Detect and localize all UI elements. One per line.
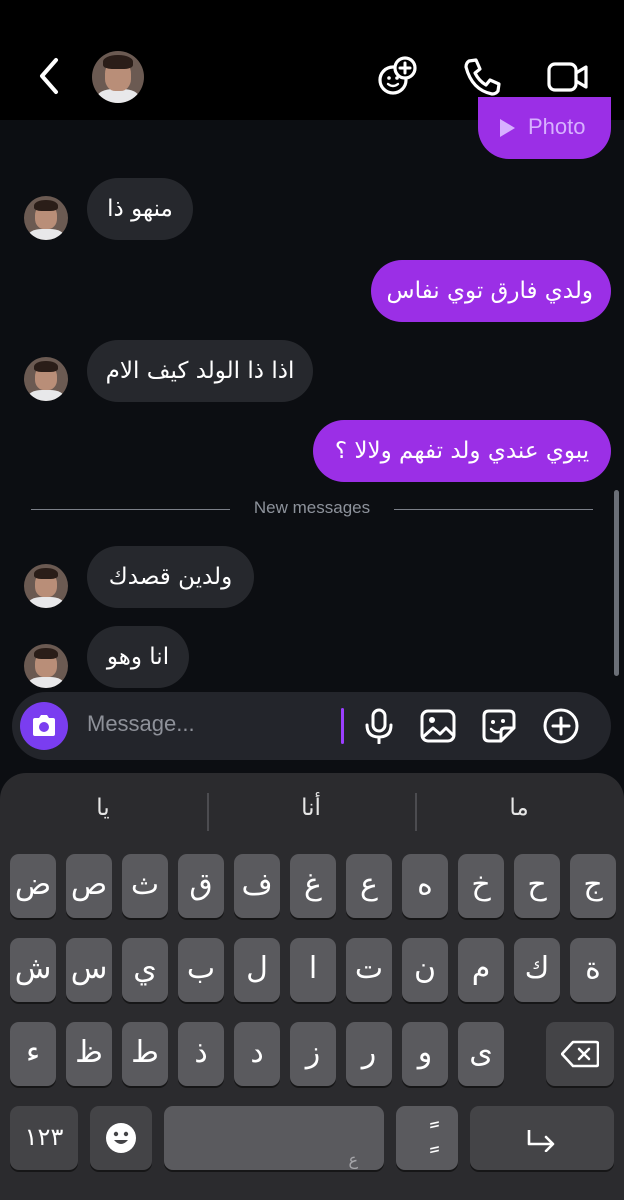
key[interactable]: ض <box>10 854 56 918</box>
return-key[interactable] <box>470 1106 614 1170</box>
sender-avatar[interactable] <box>24 357 68 401</box>
microphone-icon <box>365 708 393 745</box>
sender-avatar[interactable] <box>24 196 68 240</box>
keyboard: يا أنا ما ض ص ث ق ف غ ع ه خ ح ج ش س ي ب … <box>0 773 624 1200</box>
message-composer: Message... <box>12 692 611 760</box>
return-icon <box>527 1130 555 1153</box>
gallery-button[interactable] <box>420 708 456 744</box>
key[interactable]: ص <box>66 854 112 918</box>
key[interactable]: ق <box>178 854 224 918</box>
key[interactable]: ج <box>570 854 616 918</box>
key[interactable]: و <box>402 1022 448 1086</box>
contact-avatar[interactable] <box>92 51 144 103</box>
key[interactable]: ا <box>290 938 336 1002</box>
video-icon <box>547 62 588 92</box>
space-key[interactable]: ع <box>164 1106 384 1170</box>
key[interactable]: ش <box>10 938 56 1002</box>
backspace-icon <box>560 1040 600 1068</box>
plus-icon <box>543 708 579 744</box>
suggestion[interactable]: ما <box>444 795 594 821</box>
message-input[interactable]: Message... <box>87 711 195 737</box>
key[interactable]: س <box>66 938 112 1002</box>
key[interactable]: ذ <box>178 1022 224 1086</box>
key[interactable]: ك <box>514 938 560 1002</box>
more-button[interactable] <box>543 708 579 744</box>
video-call-button[interactable] <box>546 55 590 99</box>
effects-button[interactable] <box>376 55 420 99</box>
chevron-left-icon <box>40 58 58 94</box>
new-messages-separator: New messages <box>253 498 371 517</box>
key[interactable]: ف <box>234 854 280 918</box>
sender-avatar[interactable] <box>24 564 68 608</box>
separator-line-right <box>394 509 593 510</box>
call-button[interactable] <box>460 55 504 99</box>
key[interactable]: ز <box>290 1022 336 1086</box>
suggestion-divider <box>207 793 209 831</box>
effects-icon <box>378 56 417 95</box>
suggestion[interactable]: أنا <box>236 795 386 821</box>
key[interactable]: ط <box>122 1022 168 1086</box>
emoji-key[interactable] <box>90 1106 152 1170</box>
diacritic-key[interactable]: ًٍ <box>396 1106 458 1170</box>
key[interactable]: ر <box>346 1022 392 1086</box>
key[interactable]: ث <box>122 854 168 918</box>
text-cursor <box>341 708 344 744</box>
sticker-button[interactable] <box>481 708 517 744</box>
key[interactable]: ن <box>402 938 448 1002</box>
key[interactable]: ح <box>514 854 560 918</box>
space-hint: ع <box>348 1150 358 1169</box>
sender-avatar[interactable] <box>24 644 68 688</box>
key[interactable]: ت <box>346 938 392 1002</box>
chat-screen: Photo منهو ذا ولدي فارق توي نفاس اذا ذا … <box>0 0 624 1200</box>
incoming-message[interactable]: منهو ذا <box>87 178 193 240</box>
phone-icon <box>464 58 501 96</box>
emoji-icon <box>106 1123 136 1153</box>
play-icon <box>500 119 515 137</box>
incoming-message[interactable]: اذا ذا الولد كيف الام <box>87 340 313 402</box>
key[interactable]: ه <box>402 854 448 918</box>
backspace-key[interactable] <box>546 1022 614 1086</box>
sticker-icon <box>482 709 516 743</box>
key[interactable]: غ <box>290 854 336 918</box>
key[interactable]: د <box>234 1022 280 1086</box>
photo-message[interactable]: Photo <box>478 97 611 159</box>
incoming-message[interactable]: انا وهو <box>87 626 189 688</box>
key[interactable]: ة <box>570 938 616 1002</box>
gallery-icon <box>420 709 456 743</box>
photo-label: Photo <box>528 114 586 139</box>
key[interactable]: ع <box>346 854 392 918</box>
key[interactable]: ء <box>10 1022 56 1086</box>
key[interactable]: ي <box>122 938 168 1002</box>
camera-button[interactable] <box>20 702 68 750</box>
back-button[interactable] <box>30 54 70 98</box>
key[interactable]: م <box>458 938 504 1002</box>
separator-line-left <box>31 509 230 510</box>
scrollbar[interactable] <box>614 490 619 676</box>
outgoing-message[interactable]: يبوي عندي ولد تفهم ولالا ؟ <box>313 420 611 482</box>
numbers-key[interactable]: ١٢٣ <box>10 1106 78 1170</box>
key[interactable]: ى <box>458 1022 504 1086</box>
incoming-message[interactable]: ولدين قصدك <box>87 546 254 608</box>
key[interactable]: خ <box>458 854 504 918</box>
camera-icon <box>33 715 55 736</box>
voice-button[interactable] <box>361 708 397 745</box>
suggestion-divider <box>415 793 417 831</box>
key[interactable]: ل <box>234 938 280 1002</box>
key[interactable]: ب <box>178 938 224 1002</box>
outgoing-message[interactable]: ولدي فارق توي نفاس <box>371 260 611 322</box>
key[interactable]: ظ <box>66 1022 112 1086</box>
suggestion[interactable]: يا <box>28 795 178 821</box>
